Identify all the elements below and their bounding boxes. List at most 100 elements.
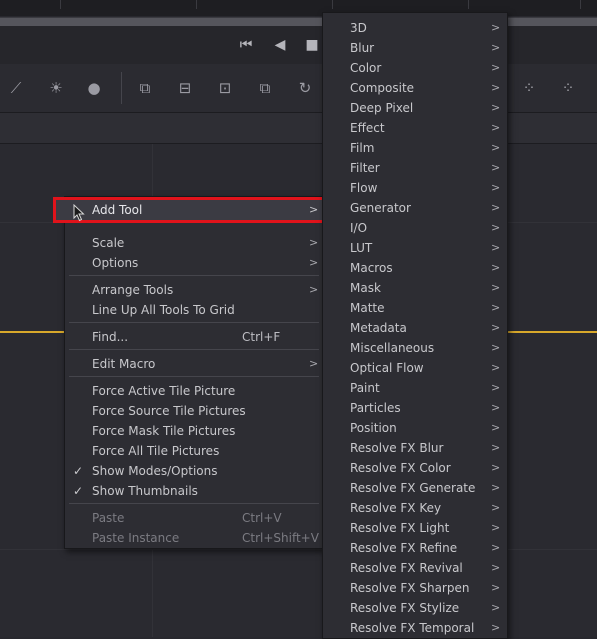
rotate-tool-icon[interactable]: ↻ (291, 74, 319, 102)
menu-shortcut: Ctrl+V (242, 511, 282, 525)
brightness-tool-icon[interactable]: ☀ (42, 74, 70, 102)
menu-item-label: Force Active Tile Picture (92, 384, 236, 398)
merge-tool-icon[interactable]: ⧉ (131, 74, 159, 102)
submenu-arrow-icon: > (309, 256, 319, 269)
submenu-item-label: Resolve FX Refine (350, 541, 458, 555)
menu-item-label: Paste (92, 511, 125, 525)
submenu-arrow-icon: > (491, 101, 501, 114)
menu-item-show-modes-options[interactable]: ✓ Show Modes/Options (65, 461, 323, 481)
curves-tool-icon[interactable]: ⟋ (2, 74, 30, 102)
submenu-arrow-icon: > (491, 541, 501, 554)
submenu-item[interactable]: Resolve FX Color > (323, 458, 507, 478)
submenu-arrow-icon: > (309, 357, 319, 370)
submenu-item[interactable]: Mask > (323, 278, 507, 298)
submenu-arrow-icon: > (491, 301, 501, 314)
submenu-arrow-icon: > (491, 121, 501, 134)
drop-tool-icon[interactable]: ● (80, 74, 108, 102)
menu-shortcut: Ctrl+F (242, 330, 281, 344)
submenu-arrow-icon: > (491, 421, 501, 434)
submenu-item[interactable]: Effect > (323, 118, 507, 138)
submenu-item[interactable]: 3D > (323, 18, 507, 38)
mask-tool-icon[interactable]: ⊡ (211, 74, 239, 102)
submenu-item[interactable]: Color > (323, 58, 507, 78)
submenu-item-label: Resolve FX Revival (350, 561, 463, 575)
submenu-arrow-icon: > (491, 241, 501, 254)
submenu-item[interactable]: Resolve FX Temporal > (323, 618, 507, 638)
stop-icon[interactable]: ■ (302, 35, 322, 55)
submenu-item[interactable]: Generator > (323, 198, 507, 218)
menu-item-force-active-tile[interactable]: Force Active Tile Picture (65, 381, 323, 401)
submenu-arrow-icon: > (491, 141, 501, 154)
submenu-item[interactable]: Resolve FX Refine > (323, 538, 507, 558)
menu-item-scale[interactable]: Scale > (65, 233, 323, 253)
submenu-arrow-icon: > (491, 621, 501, 634)
submenu-item[interactable]: Resolve FX Key > (323, 498, 507, 518)
submenu-item[interactable]: Miscellaneous > (323, 338, 507, 358)
submenu-item-label: Paint (350, 381, 380, 395)
submenu-item[interactable]: Optical Flow > (323, 358, 507, 378)
submenu-item-label: Resolve FX Color (350, 461, 451, 475)
submenu-item[interactable]: Position > (323, 418, 507, 438)
submenu-item-label: Resolve FX Stylize (350, 601, 460, 615)
submenu-item-label: Resolve FX Temporal (350, 621, 475, 635)
submenu-item[interactable]: LUT > (323, 238, 507, 258)
submenu-item[interactable]: Resolve FX Stylize > (323, 598, 507, 618)
submenu-item[interactable]: Resolve FX Revival > (323, 558, 507, 578)
menu-divider (69, 349, 319, 350)
submenu-item[interactable]: Composite > (323, 78, 507, 98)
submenu-arrow-icon: > (491, 381, 501, 394)
submenu-item[interactable]: Resolve FX Light > (323, 518, 507, 538)
submenu-item[interactable]: I/O > (323, 218, 507, 238)
submenu-item[interactable]: Resolve FX Generate > (323, 478, 507, 498)
menu-item-find[interactable]: Find... Ctrl+F (65, 327, 323, 347)
skip-back-icon[interactable]: ⏮ (234, 35, 258, 55)
submenu-item[interactable]: Macros > (323, 258, 507, 278)
menu-divider (69, 322, 319, 323)
submenu-arrow-icon: > (491, 561, 501, 574)
submenu-item[interactable]: Resolve FX Sharpen > (323, 578, 507, 598)
submenu-item[interactable]: Resolve FX Blur > (323, 438, 507, 458)
submenu-item[interactable]: Paint > (323, 378, 507, 398)
matte-tool-icon[interactable]: ⊟ (171, 74, 199, 102)
submenu-item[interactable]: Film > (323, 138, 507, 158)
menu-item-add-tool[interactable]: Add Tool > (53, 197, 327, 223)
ruler-tick (196, 0, 197, 9)
submenu-arrow-icon: > (491, 341, 501, 354)
play-reverse-icon[interactable]: ◀ (270, 35, 290, 55)
toolbar-divider (121, 72, 122, 104)
submenu-item[interactable]: Filter > (323, 158, 507, 178)
menu-item-arrange-tools[interactable]: Arrange Tools > (65, 280, 323, 300)
submenu-arrow-icon: > (491, 401, 501, 414)
menu-item-force-source-tile[interactable]: Force Source Tile Pictures (65, 401, 323, 421)
submenu-item[interactable]: Flow > (323, 178, 507, 198)
submenu-arrow-icon: > (491, 461, 501, 474)
submenu-item-label: Resolve FX Blur (350, 441, 444, 455)
submenu-arrow-icon: > (491, 181, 501, 194)
menu-item-show-thumbnails[interactable]: ✓ Show Thumbnails (65, 481, 323, 501)
menu-item-options[interactable]: Options > (65, 253, 323, 273)
submenu-arrow-icon: > (309, 283, 319, 296)
submenu-arrow-icon: > (491, 501, 501, 514)
submenu-item-label: Miscellaneous (350, 341, 435, 355)
menu-item-label: Line Up All Tools To Grid (92, 303, 235, 317)
menu-divider (69, 275, 319, 276)
submenu-arrow-icon: > (491, 581, 501, 594)
transform-tool-icon[interactable]: ⧉ (251, 74, 279, 102)
submenu-item[interactable]: Particles > (323, 398, 507, 418)
submenu-item-label: Optical Flow (350, 361, 424, 375)
submenu-item[interactable]: Metadata > (323, 318, 507, 338)
menu-item-force-all-tile[interactable]: Force All Tile Pictures (65, 441, 323, 461)
submenu-item[interactable]: Matte > (323, 298, 507, 318)
menu-item-paste-instance: Paste Instance Ctrl+Shift+V (65, 528, 323, 548)
particles-tool-icon[interactable]: ⁘ (515, 74, 543, 102)
particle-emitter-tool-icon[interactable]: ⁘ (554, 74, 582, 102)
submenu-item[interactable]: Deep Pixel > (323, 98, 507, 118)
menu-item-line-up-tools[interactable]: Line Up All Tools To Grid (65, 300, 323, 320)
timeline-playhead-line (0, 331, 64, 333)
submenu-item[interactable]: Blur > (323, 38, 507, 58)
submenu-item-label: Blur (350, 41, 375, 55)
menu-item-force-mask-tile[interactable]: Force Mask Tile Pictures (65, 421, 323, 441)
menu-item-label: Show Modes/Options (92, 464, 218, 478)
menu-item-label: Find... (92, 330, 129, 344)
menu-item-edit-macro[interactable]: Edit Macro > (65, 354, 323, 374)
